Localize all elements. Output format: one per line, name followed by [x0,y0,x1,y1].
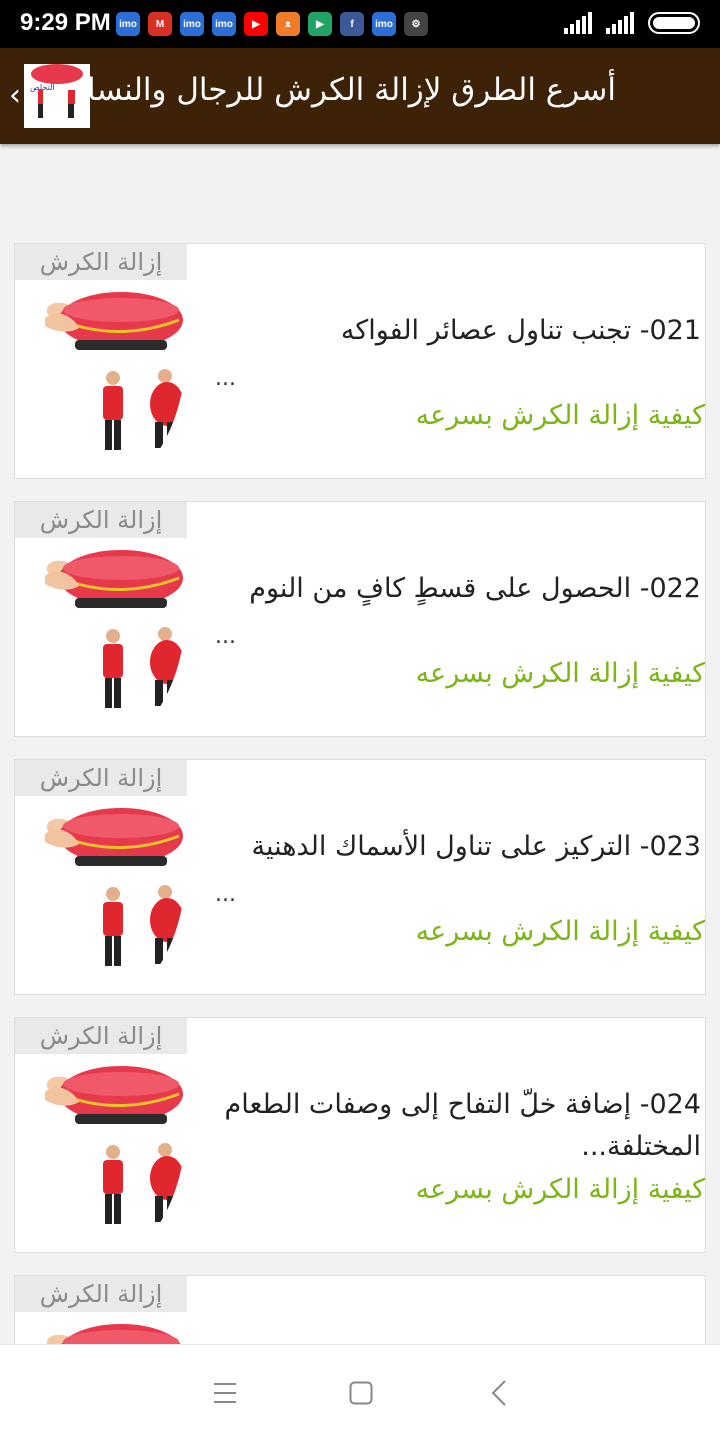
category-tag: إزالة الكرش [15,1276,187,1312]
article-title: 022- الحصول على قسطٍ كافٍ من النوم [249,573,701,604]
article-card[interactable]: إزالة الكرش 023- التركيز على تناول الأسم… [14,759,706,995]
truncation-ellipsis: ... [215,624,236,649]
article-category-link[interactable]: كيفية إزالة الكرش بسرعه [416,400,705,431]
imo-icon: imo [372,12,396,36]
imo-icon: imo [180,12,204,36]
menu-icon [214,1383,236,1403]
status-bar: 9:29 PM imo Mimo imo ▶ ᴥ ▶ f imo ⚙ [0,0,720,48]
article-thumbnail [39,804,193,980]
facebook-icon: f [340,12,364,36]
app-bar: ‹ التخلص أسرع الطرق لإزالة الكرش للرجال … [0,48,720,144]
youtube-icon: ▶ [244,12,268,36]
article-title: 024- إضافة خلّ التفاح إلى وصفات الطعام ا… [224,1089,702,1162]
category-tag: إزالة الكرش [15,1018,187,1054]
article-category-link[interactable]: كيفية إزالة الكرش بسرعه [416,1174,705,1205]
status-time: 9:29 PM [20,9,111,36]
category-tag: إزالة الكرش [15,760,187,796]
gear-app-icon: ⚙ [404,12,428,36]
article-title: 023- التركيز على تناول الأسماك الدهنية [251,831,702,862]
gmail-icon: M [148,12,172,36]
article-list: إزالة الكرش 021- تجنب تناول عصائر الفواك… [14,243,706,1417]
article-category-link[interactable]: كيفية إزالة الكرش بسرعه [416,658,705,689]
signal-icon [564,12,592,34]
article-title: 021- تجنب تناول عصائر الفواكه [340,315,701,346]
signal-icon [606,12,634,34]
article-card[interactable]: إزالة الكرش 024- إضافة خلّ التفاح إلى وص… [14,1017,706,1253]
imo-icon: imo [116,12,140,36]
menu-button[interactable] [207,1375,243,1411]
back-chevron-icon[interactable]: ‹ [4,78,26,113]
back-arrow-icon [491,1380,506,1406]
home-button[interactable] [343,1375,379,1411]
app-title: أسرع الطرق لإزالة الكرش للرجال والنساء [72,72,616,108]
system-icons [564,12,700,34]
article-thumbnail [39,1062,193,1238]
category-tag: إزالة الكرش [15,502,187,538]
svg-text:التخلص: التخلص [30,83,55,92]
article-thumbnail [39,288,193,464]
navigation-bar [0,1344,720,1440]
back-button[interactable] [481,1375,517,1411]
article-card[interactable]: إزالة الكرش 021- تجنب تناول عصائر الفواك… [14,243,706,479]
play-store-icon: ▶ [308,12,332,36]
article-thumbnail [39,546,193,722]
battery-icon [648,12,700,34]
category-tag: إزالة الكرش [15,244,187,280]
home-square-icon [349,1381,373,1405]
notification-icons: imo Mimo imo ▶ ᴥ ▶ f imo ⚙ [116,12,428,36]
imo-icon: imo [212,12,236,36]
article-card[interactable]: إزالة الكرش 022- الحصول على قسطٍ كافٍ من… [14,501,706,737]
cat-app-icon: ᴥ [276,12,300,36]
truncation-ellipsis: ... [215,882,236,907]
truncation-ellipsis: ... [215,366,236,391]
article-category-link[interactable]: كيفية إزالة الكرش بسرعه [416,916,705,947]
